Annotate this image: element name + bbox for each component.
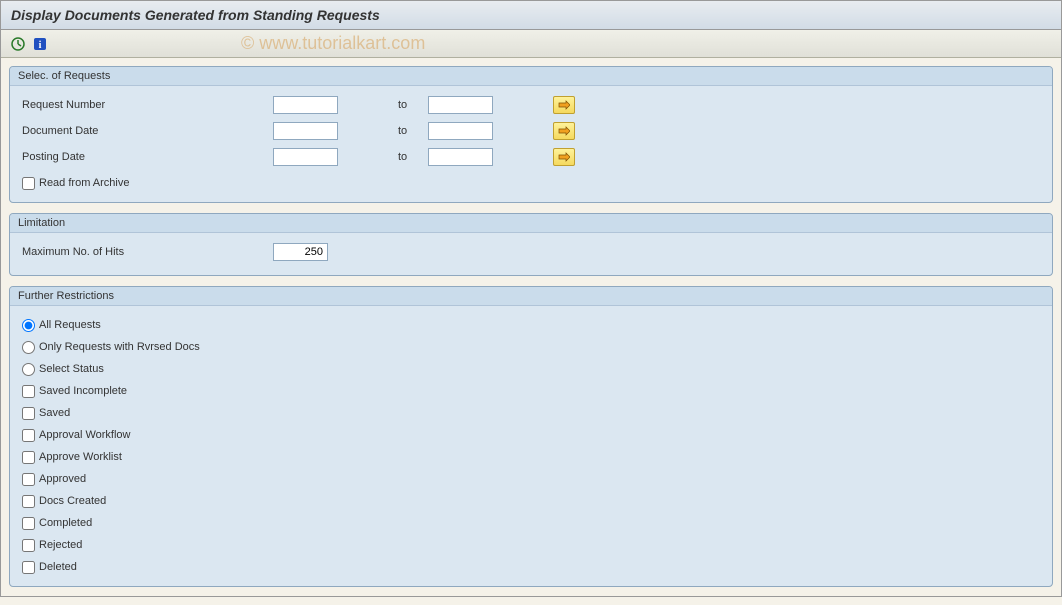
input-document-date-from[interactable]: [273, 122, 338, 140]
label-approve-worklist: Approve Worklist: [39, 451, 122, 463]
content-area: Selec. of Requests Request Number to Doc…: [1, 58, 1061, 605]
input-max-hits[interactable]: [273, 243, 328, 261]
row-all-requests: All Requests: [18, 314, 1044, 336]
toolbar: i © www.tutorialkart.com: [1, 30, 1061, 58]
row-approve-worklist: Approve Worklist: [18, 446, 1044, 468]
info-icon[interactable]: i: [31, 35, 49, 53]
label-deleted: Deleted: [39, 561, 77, 573]
checkbox-docs-created[interactable]: [22, 495, 35, 508]
row-deleted: Deleted: [18, 556, 1044, 578]
page-title: Display Documents Generated from Standin…: [11, 7, 380, 23]
label-completed: Completed: [39, 517, 92, 529]
checkbox-approval-workflow[interactable]: [22, 429, 35, 442]
label-select-status: Select Status: [39, 363, 104, 375]
title-bar: Display Documents Generated from Standin…: [1, 1, 1061, 30]
label-to: to: [398, 125, 418, 137]
row-completed: Completed: [18, 512, 1044, 534]
label-approved: Approved: [39, 473, 86, 485]
checkbox-rejected[interactable]: [22, 539, 35, 552]
svg-text:i: i: [39, 40, 42, 51]
label-docs-created: Docs Created: [39, 495, 106, 507]
group-limitation-title: Limitation: [10, 214, 1052, 233]
row-select-status: Select Status: [18, 358, 1044, 380]
label-rejected: Rejected: [39, 539, 82, 551]
input-request-number-from[interactable]: [273, 96, 338, 114]
checkbox-saved[interactable]: [22, 407, 35, 420]
multiple-selection-button[interactable]: [553, 96, 575, 114]
radio-only-rvrsed[interactable]: [22, 341, 35, 354]
checkbox-completed[interactable]: [22, 517, 35, 530]
label-to: to: [398, 99, 418, 111]
row-document-date: Document Date to: [18, 120, 1044, 142]
row-read-archive: Read from Archive: [18, 172, 1044, 194]
label-document-date: Document Date: [18, 125, 273, 137]
row-only-rvrsed: Only Requests with Rvrsed Docs: [18, 336, 1044, 358]
row-approved: Approved: [18, 468, 1044, 490]
label-to: to: [398, 151, 418, 163]
radio-all-requests[interactable]: [22, 319, 35, 332]
row-request-number: Request Number to: [18, 94, 1044, 116]
label-read-archive: Read from Archive: [39, 177, 129, 189]
checkbox-read-archive[interactable]: [22, 177, 35, 190]
watermark: © www.tutorialkart.com: [241, 33, 425, 54]
label-approval-workflow: Approval Workflow: [39, 429, 131, 441]
input-document-date-to[interactable]: [428, 122, 493, 140]
label-max-hits: Maximum No. of Hits: [18, 246, 273, 258]
label-posting-date: Posting Date: [18, 151, 273, 163]
input-posting-date-from[interactable]: [273, 148, 338, 166]
row-rejected: Rejected: [18, 534, 1044, 556]
row-docs-created: Docs Created: [18, 490, 1044, 512]
label-saved: Saved: [39, 407, 70, 419]
label-only-rvrsed: Only Requests with Rvrsed Docs: [39, 341, 200, 353]
input-request-number-to[interactable]: [428, 96, 493, 114]
label-request-number: Request Number: [18, 99, 273, 111]
label-all-requests: All Requests: [39, 319, 101, 331]
checkbox-saved-incomplete[interactable]: [22, 385, 35, 398]
radio-select-status[interactable]: [22, 363, 35, 376]
row-posting-date: Posting Date to: [18, 146, 1044, 168]
multiple-selection-button[interactable]: [553, 122, 575, 140]
row-max-hits: Maximum No. of Hits: [18, 241, 1044, 263]
row-approval-workflow: Approval Workflow: [18, 424, 1044, 446]
group-selec-requests: Selec. of Requests Request Number to Doc…: [9, 66, 1053, 203]
input-posting-date-to[interactable]: [428, 148, 493, 166]
group-selec-requests-title: Selec. of Requests: [10, 67, 1052, 86]
group-further-title: Further Restrictions: [10, 287, 1052, 306]
group-limitation: Limitation Maximum No. of Hits: [9, 213, 1053, 276]
label-saved-incomplete: Saved Incomplete: [39, 385, 127, 397]
checkbox-deleted[interactable]: [22, 561, 35, 574]
row-saved-incomplete: Saved Incomplete: [18, 380, 1044, 402]
row-saved: Saved: [18, 402, 1044, 424]
checkbox-approved[interactable]: [22, 473, 35, 486]
checkbox-approve-worklist[interactable]: [22, 451, 35, 464]
group-further-restrictions: Further Restrictions All Requests Only R…: [9, 286, 1053, 587]
multiple-selection-button[interactable]: [553, 148, 575, 166]
execute-icon[interactable]: [9, 35, 27, 53]
